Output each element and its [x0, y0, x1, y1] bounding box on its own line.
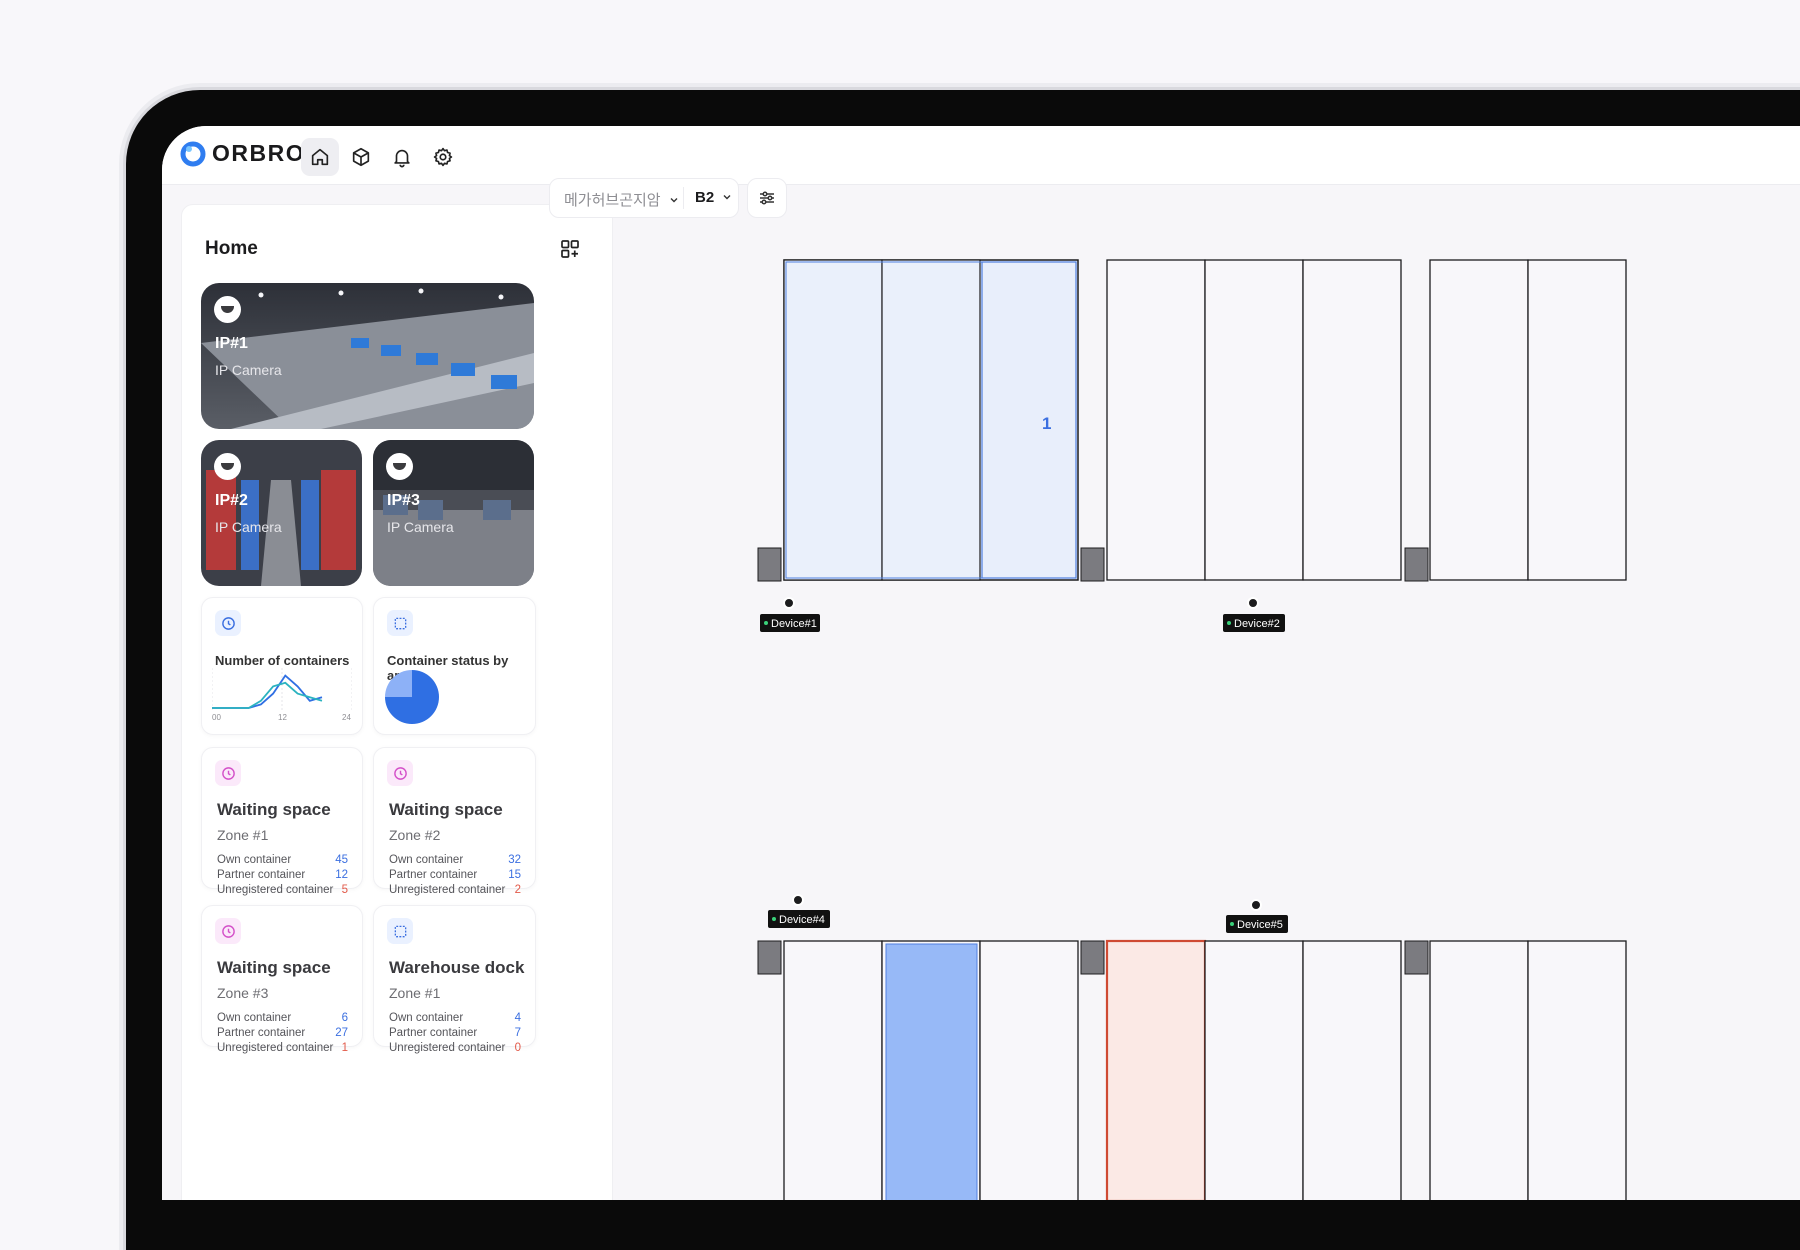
device-label: Device#1	[771, 618, 817, 630]
slot-block-d[interactable]	[783, 940, 1079, 1200]
slot-number: 1	[1042, 414, 1051, 433]
pillar	[1080, 940, 1105, 975]
device-label: Device#4	[779, 914, 825, 926]
device-marker-4[interactable]: Device#4	[768, 894, 830, 928]
pillar	[757, 940, 782, 975]
device-label: Device#2	[1234, 618, 1280, 630]
pillar	[1404, 547, 1429, 582]
slot-block-b[interactable]	[1106, 259, 1402, 581]
slot-block-a[interactable]	[783, 259, 1079, 581]
device-marker-5[interactable]: Device#5	[1226, 899, 1288, 933]
pillar	[757, 547, 782, 582]
pillar	[1404, 940, 1429, 975]
slot-block-c[interactable]	[1429, 259, 1627, 581]
device-marker-2[interactable]: Device#2	[1223, 597, 1285, 632]
device-marker-1[interactable]: Device#1	[760, 597, 820, 632]
slot-block-e[interactable]	[1105, 939, 1402, 1200]
device-label: Device#5	[1237, 919, 1283, 931]
pillar	[1080, 547, 1105, 582]
slot-block-f[interactable]	[1429, 940, 1627, 1200]
floor-plan: 1 Device#1 Device#2 Device#4 Device#5	[757, 259, 1627, 1200]
app-screen: ORBRO Home IP#1 IP Camera IP#2 IP Camera…	[162, 126, 1800, 1200]
